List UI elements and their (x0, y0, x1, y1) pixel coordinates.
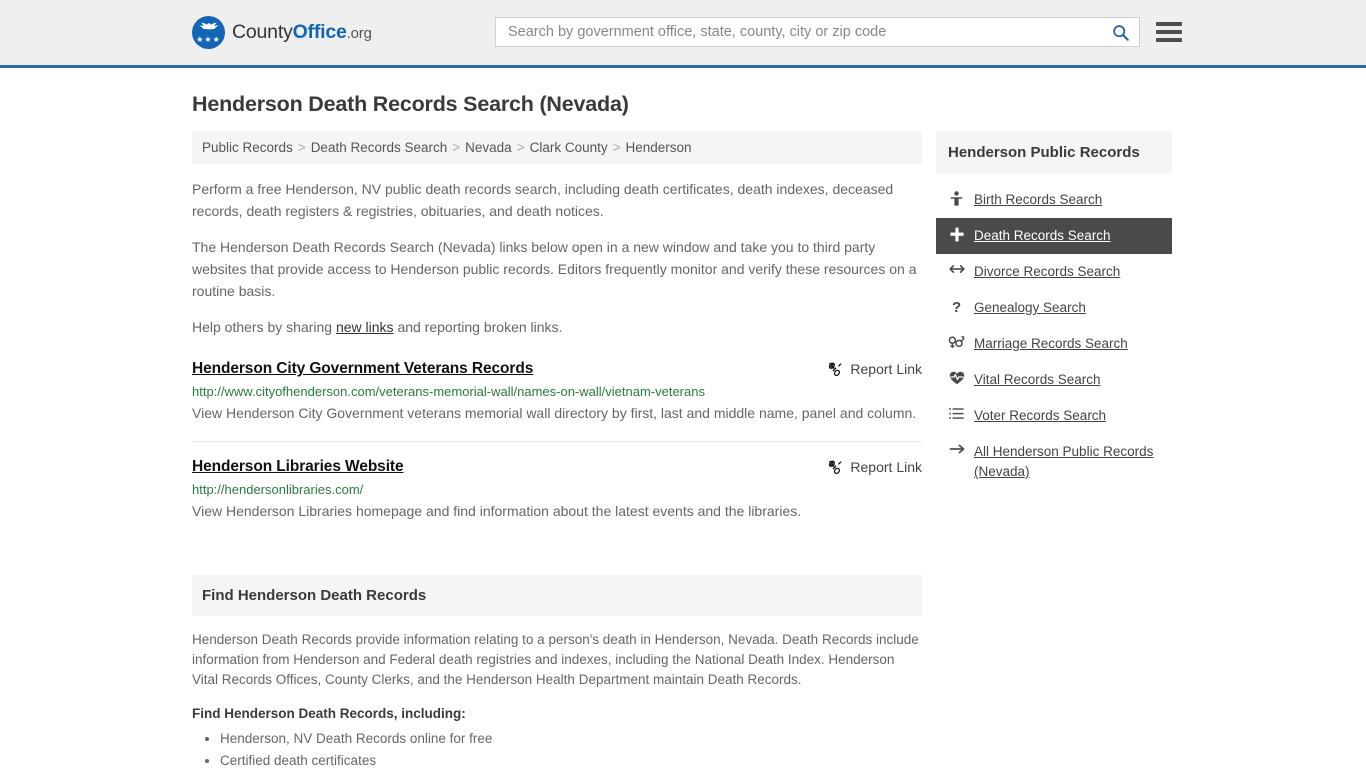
sidebar-item-label: Death Records Search (974, 228, 1111, 243)
search-button[interactable] (1110, 24, 1131, 41)
intro-p3-before: Help others by sharing (192, 319, 336, 335)
intro-p3-after: and reporting broken links. (393, 319, 563, 335)
cross-plus-icon (948, 226, 965, 242)
find-records-body: Henderson Death Records provide informat… (192, 630, 922, 768)
content-columns: Public Records > Death Records Search > Neva… (192, 131, 1174, 768)
report-link-button[interactable]: Report Link (827, 458, 922, 475)
result-title-link[interactable]: Henderson City Government Veterans Recor… (192, 360, 533, 378)
stars-glyph: ★★★ (196, 35, 221, 44)
breadcrumb-separator: > (516, 140, 525, 155)
intro-paragraph-1: Perform a free Henderson, NV public deat… (192, 181, 894, 219)
ordered-list-icon (948, 406, 965, 420)
sidebar-item-all-public-records[interactable]: All Henderson Public Records (Nevada) (936, 434, 1172, 490)
sidebar-item-voter-records[interactable]: Voter Records Search (936, 398, 1172, 434)
breadcrumb-item-2[interactable]: Nevada (465, 140, 512, 155)
site-header: ★★★ CountyOffice.org (0, 0, 1366, 68)
list-item: Certified death certificates (220, 751, 922, 768)
eagle-glyph (198, 22, 219, 30)
breadcrumb-separator: > (612, 140, 621, 155)
logo-text: CountyOffice.org (232, 21, 372, 44)
result-item: Henderson City Government Veterans Recor… (192, 360, 922, 442)
result-header: Henderson Libraries Website Report Link (192, 458, 922, 476)
sidebar-item-death-records[interactable]: Death Records Search (936, 218, 1172, 254)
site-logo[interactable]: ★★★ CountyOffice.org (192, 16, 372, 49)
broken-link-icon (829, 460, 842, 474)
sidebar-item-label: Vital Records Search (974, 372, 1101, 387)
baby-icon (948, 190, 965, 206)
page-container: Henderson Death Records Search (Nevada) … (0, 92, 1366, 768)
find-records-heading: Find Henderson Death Records (192, 575, 922, 616)
hamburger-bar (1156, 30, 1182, 34)
breadcrumb-item-4[interactable]: Henderson (626, 140, 692, 155)
result-url[interactable]: http://www.cityofhenderson.com/veterans-… (192, 384, 922, 399)
sidebar-item-vital-records[interactable]: Vital Records Search (936, 362, 1172, 398)
svg-text:?: ? (952, 299, 961, 314)
new-links-link[interactable]: new links (336, 319, 394, 335)
list-item: Henderson, NV Death Records online for f… (220, 729, 922, 749)
report-link-label: Report Link (850, 361, 922, 377)
sidebar-item-divorce-records[interactable]: Divorce Records Search (936, 254, 1172, 290)
search-icon (1113, 24, 1129, 41)
main-column: Public Records > Death Records Search > Neva… (192, 131, 922, 768)
hamburger-bar (1156, 38, 1182, 42)
breadcrumb-separator: > (452, 140, 461, 155)
report-link-label: Report Link (850, 459, 922, 475)
header-search-area (495, 17, 1182, 47)
search-input[interactable] (506, 23, 1110, 41)
heartbeat-icon (948, 370, 965, 385)
find-records-subheading: Find Henderson Death Records, including: (192, 706, 466, 721)
question-mark-icon: ? (948, 298, 965, 314)
sidebar-item-label: Birth Records Search (974, 192, 1103, 207)
breadcrumb: Public Records > Death Records Search > Neva… (192, 131, 922, 164)
sidebar-heading: Henderson Public Records (936, 131, 1172, 174)
sidebar-item-marriage-records[interactable]: Marriage Records Search (936, 326, 1172, 362)
result-url[interactable]: http://hendersonlibraries.com/ (192, 482, 922, 497)
logo-text-org: .org (346, 25, 372, 42)
breadcrumb-separator: > (297, 140, 306, 155)
find-records-bullet-list: Henderson, NV Death Records online for f… (192, 729, 922, 768)
sidebar-item-birth-records[interactable]: Birth Records Search (936, 182, 1172, 218)
sidebar-item-label: Divorce Records Search (974, 264, 1121, 279)
result-header: Henderson City Government Veterans Recor… (192, 360, 922, 378)
sidebar-item-label: Voter Records Search (974, 408, 1107, 423)
intro-paragraph-3: Help others by sharing new links and rep… (192, 316, 922, 338)
hamburger-bar (1156, 22, 1182, 26)
sidebar-list: Birth Records Search Death Records Searc… (936, 182, 1172, 490)
result-description: View Henderson City Government veterans … (192, 405, 917, 421)
result-title-link[interactable]: Henderson Libraries Website (192, 458, 404, 476)
search-box[interactable] (495, 17, 1140, 47)
sidebar-item-label: All Henderson Public Records (Nevada) (974, 444, 1154, 479)
gender-symbols-icon (948, 334, 965, 349)
eagle-seal-icon: ★★★ (192, 16, 225, 49)
find-records-paragraph: Henderson Death Records provide informat… (192, 632, 919, 687)
arrow-right-icon (948, 442, 965, 455)
logo-text-office: Office (292, 21, 347, 43)
result-item: Henderson Libraries Website Report Link (192, 458, 922, 539)
logo-text-county: County (232, 21, 293, 43)
breadcrumb-item-0[interactable]: Public Records (202, 140, 293, 155)
sidebar-item-label: Marriage Records Search (974, 336, 1128, 351)
breadcrumb-item-3[interactable]: Clark County (530, 140, 608, 155)
intro-paragraph-2: The Henderson Death Records Search (Neva… (192, 239, 917, 299)
result-description: View Henderson Libraries homepage and fi… (192, 503, 802, 519)
double-arrow-icon (948, 262, 965, 275)
results-list: Henderson City Government Veterans Recor… (192, 360, 922, 539)
hamburger-menu-icon[interactable] (1156, 22, 1182, 42)
breadcrumb-item-1[interactable]: Death Records Search (311, 140, 448, 155)
intro-text: Perform a free Henderson, NV public deat… (192, 178, 922, 338)
report-link-button[interactable]: Report Link (827, 360, 922, 377)
sidebar-item-label: Genealogy Search (974, 300, 1086, 315)
page-title: Henderson Death Records Search (Nevada) (192, 92, 629, 116)
sidebar-item-genealogy[interactable]: ? Genealogy Search (936, 290, 1172, 326)
sidebar-column: Henderson Public Records Birth Records S… (936, 131, 1172, 490)
broken-link-icon (829, 362, 842, 376)
